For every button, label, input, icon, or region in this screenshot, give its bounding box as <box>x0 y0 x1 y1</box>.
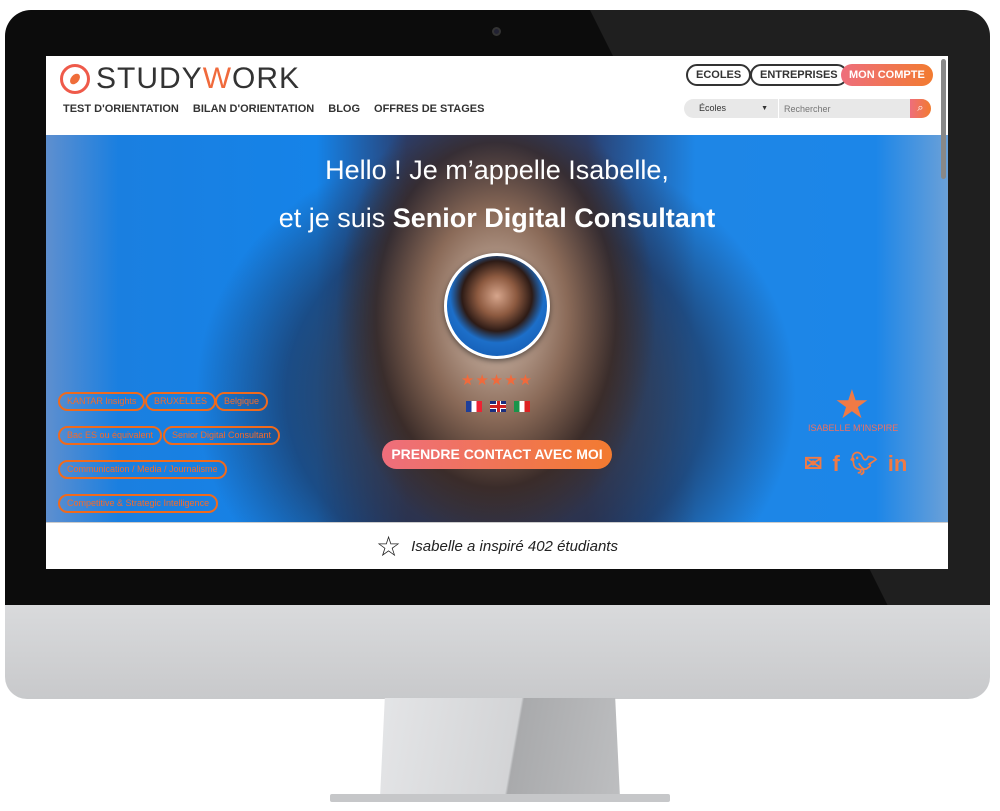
compass-icon <box>60 64 90 94</box>
ecoles-button[interactable]: ECOLES <box>686 64 752 86</box>
inspired-bar: ☆ Isabelle a inspiré 402 étudiants <box>46 522 948 569</box>
scrollbar[interactable] <box>941 59 946 179</box>
search-button[interactable]: ⌕ <box>910 99 931 118</box>
nav-test-orientation[interactable]: TEST D'ORIENTATION <box>63 103 179 115</box>
tag[interactable]: KANTAR Insights <box>58 392 146 411</box>
nav-offres-stages[interactable]: OFFRES DE STAGES <box>374 103 484 115</box>
linkedin-icon[interactable]: in <box>888 451 908 477</box>
entreprises-button[interactable]: ENTREPRISES <box>750 64 848 86</box>
twitter-icon[interactable]: 🐦︎ <box>850 451 878 477</box>
inspired-count-text: Isabelle a inspiré 402 étudiants <box>411 537 618 555</box>
imac-stand <box>380 698 620 798</box>
flag-gb-icon <box>490 401 506 412</box>
hero-job-title: Senior Digital Consultant <box>392 203 716 233</box>
studywork-logo[interactable]: STUDYWORK <box>60 64 300 94</box>
logo-text-study: STUDY <box>96 62 203 95</box>
hero-greeting: Hello ! Je m’appelle Isabelle, <box>325 155 669 185</box>
flag-fr-icon <box>466 401 482 412</box>
logo-text-w: W <box>202 62 233 95</box>
language-flags <box>466 401 530 412</box>
tag[interactable]: Belgique <box>215 392 269 411</box>
nav-bilan-orientation[interactable]: BILAN D'ORIENTATION <box>193 103 314 115</box>
tag[interactable]: Competitive & Strategic Intelligence <box>58 494 219 513</box>
imac-stand-base <box>330 794 670 802</box>
logo-text-ork: ORK <box>232 62 301 95</box>
tag[interactable]: Senior Digital Consultant <box>163 426 281 445</box>
search-category-select[interactable]: Écoles ▼ <box>684 99 778 118</box>
star-outline-icon: ☆ <box>376 530 402 562</box>
contact-button[interactable]: PRENDRE CONTACT AVEC MOI <box>382 440 612 469</box>
search-input[interactable] <box>778 99 910 118</box>
social-links: ✉ f 🐦︎ in <box>804 451 907 477</box>
screen: STUDYWORK TEST D'ORIENTATION BILAN D'ORI… <box>46 56 948 569</box>
rating-stars: ★★★★★ <box>460 372 534 389</box>
hero-title: et je suis Senior Digital Consultant <box>46 203 948 234</box>
tag[interactable]: Communication / Media / Journalisme <box>58 460 227 479</box>
apple-logo-icon <box>474 626 516 676</box>
nav-blog[interactable]: BLOG <box>328 103 360 115</box>
tag[interactable]: BRUXELLES <box>145 392 217 411</box>
flag-it-icon <box>514 401 530 412</box>
mon-compte-button[interactable]: MON COMPTE <box>841 64 933 86</box>
search-icon: ⌕ <box>917 102 924 114</box>
search-bar: Écoles ▼ ⌕ <box>684 99 931 118</box>
avatar <box>444 253 550 359</box>
tag[interactable]: Bac ES ou équivalent <box>58 426 163 445</box>
caret-down-icon: ▼ <box>761 105 768 112</box>
main-nav: TEST D'ORIENTATION BILAN D'ORIENTATION B… <box>63 103 484 115</box>
hero-title-prefix: et je suis <box>278 203 393 233</box>
inspire-star-icon[interactable]: ★ <box>834 385 870 425</box>
inspire-label[interactable]: ISABELLE M'INSPIRE <box>808 423 898 433</box>
search-category-value: Écoles <box>699 103 727 113</box>
email-icon[interactable]: ✉ <box>804 451 822 477</box>
facebook-icon[interactable]: f <box>832 451 839 477</box>
profile-hero: Hello ! Je m’appelle Isabelle, et je sui… <box>46 135 948 522</box>
camera-icon <box>492 27 501 36</box>
